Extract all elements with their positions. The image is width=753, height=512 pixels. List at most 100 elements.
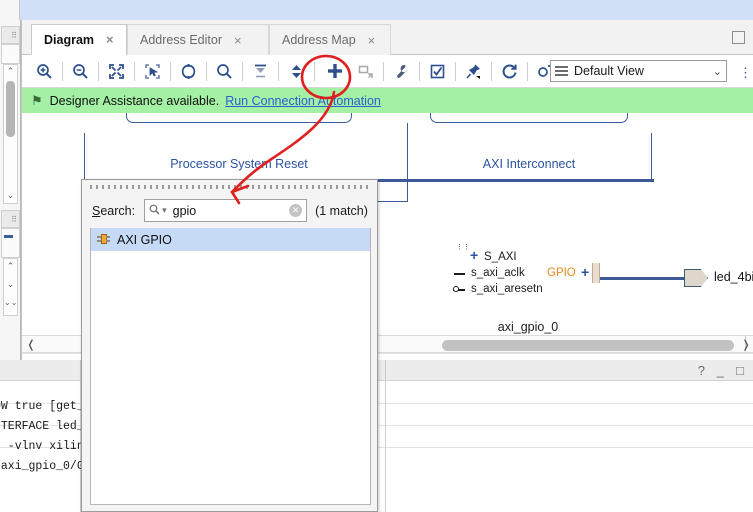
axi-interconnect-caption: AXI Interconnect bbox=[482, 157, 576, 171]
gpio-port-aresetn: s_axi_aresetn bbox=[471, 283, 543, 295]
hscroll-left-arrow-icon[interactable]: ❬ bbox=[24, 338, 38, 352]
gpio-out-connector bbox=[592, 263, 600, 283]
window-top-strip bbox=[0, 0, 753, 20]
ip-core-icon bbox=[97, 233, 110, 246]
tab-address-editor-label: Address Editor bbox=[140, 33, 222, 47]
tab-address-editor[interactable]: Address Editor × bbox=[127, 24, 269, 55]
zoom-in-icon[interactable] bbox=[30, 57, 59, 86]
console-line-4: /axi_gpio_0/GP bbox=[0, 460, 91, 473]
tab-address-map-close-icon[interactable]: × bbox=[368, 33, 376, 48]
bus-line-right-vertical bbox=[651, 133, 652, 179]
bus-line-left-vertical bbox=[84, 133, 85, 179]
rail-panel-header-1[interactable]: ⠿ bbox=[1, 26, 20, 44]
toolbar-separator-9 bbox=[383, 61, 384, 81]
hscroll-thumb[interactable] bbox=[442, 340, 734, 351]
external-port-led-4bits[interactable] bbox=[684, 269, 708, 287]
bottom-panel-split-2 bbox=[385, 360, 386, 381]
validate-design-icon[interactable] bbox=[423, 57, 452, 86]
search-input-value: gpio bbox=[172, 203, 197, 218]
diagram-toolbar: Default View ⌄ ⋮ bbox=[22, 55, 753, 88]
zoom-out-icon[interactable] bbox=[66, 57, 95, 86]
tab-diagram[interactable]: Diagram × bbox=[31, 24, 127, 55]
expand-icon[interactable] bbox=[282, 57, 311, 86]
regenerate-layout-icon[interactable] bbox=[495, 57, 524, 86]
chevron-down-icon[interactable]: ⌄ bbox=[713, 65, 722, 78]
axi-interconnect-block[interactable] bbox=[430, 113, 628, 123]
rail-scrollbar-2[interactable]: ⌃ ⌄ ⌄⌄ bbox=[3, 258, 18, 316]
ip-search-dialog[interactable]: Search: ▾ gpio ✕ (1 match) AXI GPIO bbox=[81, 179, 378, 512]
pin-icon[interactable] bbox=[459, 57, 488, 86]
add-ip-icon[interactable] bbox=[318, 57, 351, 86]
collapse-all-icon[interactable] bbox=[246, 57, 275, 86]
external-port-label: led_4bits bbox=[714, 270, 753, 284]
left-side-rail: ⠿ ⌃ ⌄ ⠿ ⌃ ⌄ ⌄⌄ bbox=[0, 20, 21, 360]
search-label: Search: bbox=[92, 204, 135, 218]
toolbar-separator-2 bbox=[98, 61, 99, 81]
view-list-icon bbox=[555, 66, 568, 76]
rail-scroll-thumb[interactable] bbox=[6, 81, 15, 137]
saxi-expand-plus-icon[interactable]: + bbox=[470, 247, 478, 263]
rail-scroll-down-icon[interactable]: ⌄ bbox=[4, 190, 17, 201]
gpio-out-plus-icon[interactable]: + bbox=[581, 264, 589, 280]
help-icon[interactable]: ? bbox=[698, 363, 705, 378]
gpio-port-aclk: s_axi_aclk bbox=[471, 267, 525, 279]
zoom-area-icon[interactable] bbox=[138, 57, 167, 86]
search-result-label: AXI GPIO bbox=[117, 232, 172, 247]
rail-panel-header-2[interactable]: ⠿ bbox=[1, 210, 20, 228]
toolbar-overflow-icon[interactable]: ⋮ bbox=[739, 65, 752, 81]
rail-scroll-down-icon-2[interactable]: ⌄ bbox=[4, 279, 17, 290]
tab-address-editor-close-icon[interactable]: × bbox=[234, 33, 242, 48]
toolbar-separator-11 bbox=[455, 61, 456, 81]
rail-scroll-up-icon[interactable]: ⌃ bbox=[4, 66, 17, 77]
rail-panel-body-2 bbox=[1, 228, 20, 258]
run-connection-automation-link[interactable]: Run Connection Automation bbox=[225, 94, 381, 108]
tab-diagram-label: Diagram bbox=[44, 32, 95, 47]
search-result-item[interactable]: AXI GPIO bbox=[91, 228, 370, 251]
search-field-caret-icon[interactable]: ▾ bbox=[162, 205, 167, 216]
saxi-interface-pin-icon: ⋮⋮ bbox=[456, 244, 470, 251]
assistance-pin-icon: ⚑ bbox=[31, 92, 43, 108]
panel-maximize-button[interactable] bbox=[732, 31, 745, 44]
add-module-icon[interactable] bbox=[351, 57, 380, 86]
gpio-out-label: GPIO bbox=[547, 267, 576, 279]
rail-panel-body-1 bbox=[1, 44, 20, 64]
bus-line-mid-vertical bbox=[407, 123, 408, 179]
zoom-fit-icon[interactable] bbox=[102, 57, 131, 86]
bottom-panel-col-sep-2 bbox=[385, 381, 386, 512]
tab-address-map[interactable]: Address Map × bbox=[269, 24, 391, 55]
toolbar-separator-13 bbox=[527, 61, 528, 81]
hscroll-right-arrow-icon[interactable]: ❭ bbox=[739, 338, 753, 352]
tab-address-map-label: Address Map bbox=[282, 33, 356, 47]
tab-diagram-close-icon[interactable]: × bbox=[106, 32, 114, 47]
gpio-port-saxi: S_AXI bbox=[484, 251, 517, 263]
console-line-3: r -vlnv xilinx bbox=[0, 440, 91, 453]
rail-scroll-end-icon[interactable]: ⌄⌄ bbox=[4, 297, 17, 308]
toolbar-separator-1 bbox=[62, 61, 63, 81]
toolbar-separator-7 bbox=[278, 61, 279, 81]
rail-scroll-up-icon-2[interactable]: ⌃ bbox=[4, 261, 17, 272]
console-output: OW true [get_b NTERFACE led_4 r -vlnv xili… bbox=[0, 397, 91, 477]
dialog-drag-handle[interactable] bbox=[90, 185, 371, 189]
toolbar-separator-3 bbox=[134, 61, 135, 81]
run-block-automation-icon[interactable] bbox=[387, 57, 416, 86]
application-window: ⠿ ⌃ ⌄ ⠿ ⌃ ⌄ ⌄⌄ Diagram × Address Editor bbox=[0, 0, 753, 512]
editor-tabstrip: Diagram × Address Editor × Address Map × bbox=[22, 20, 753, 55]
minimize-icon[interactable]: _ bbox=[717, 363, 724, 378]
clear-search-icon[interactable]: ✕ bbox=[289, 204, 303, 217]
processor-system-reset-block[interactable] bbox=[126, 113, 352, 123]
toolbar-separator-4 bbox=[170, 61, 171, 81]
search-input[interactable]: ▾ gpio ✕ bbox=[144, 199, 308, 222]
view-selector[interactable]: Default View ⌄ bbox=[550, 60, 727, 82]
assistance-message: Designer Assistance available. bbox=[49, 93, 220, 108]
toolbar-separator-10 bbox=[419, 61, 420, 81]
console-line-2: NTERFACE led_4 bbox=[0, 420, 91, 433]
search-results-list[interactable]: AXI GPIO bbox=[90, 228, 371, 505]
search-field-magnifier-icon bbox=[149, 204, 160, 218]
aclk-pin-icon bbox=[454, 273, 465, 275]
rail-scrollbar[interactable]: ⌃ ⌄ bbox=[3, 64, 18, 204]
zoom-selection-icon[interactable] bbox=[174, 57, 203, 86]
rail-mini-bar bbox=[4, 235, 13, 238]
search-icon[interactable] bbox=[210, 57, 239, 86]
maximize-icon[interactable]: □ bbox=[736, 363, 744, 378]
toolbar-separator-8 bbox=[314, 61, 315, 81]
